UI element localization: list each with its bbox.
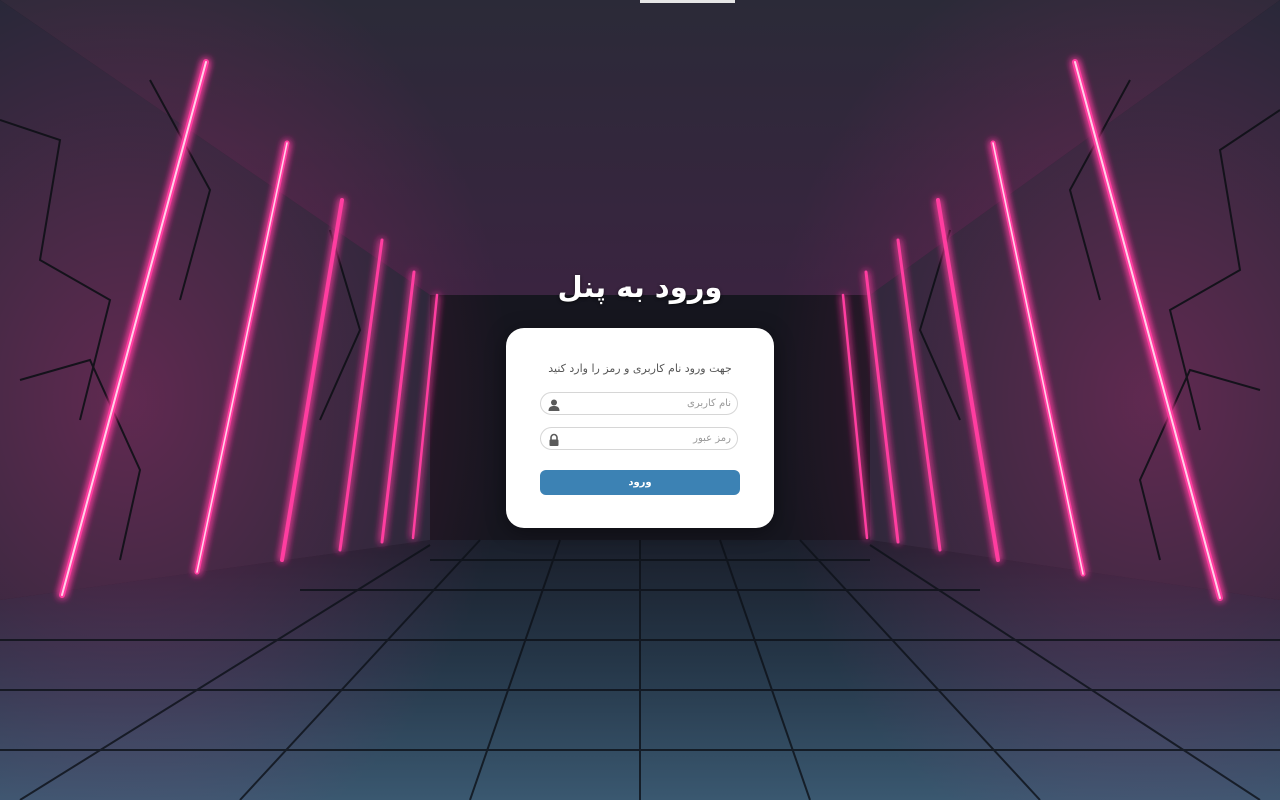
password-field [540, 427, 738, 450]
page-title: ورود به پنل [557, 270, 723, 304]
login-card: جهت ورود نام کاربری و رمز را وارد کنید و… [506, 328, 774, 528]
lock-icon [547, 432, 561, 446]
password-input[interactable] [569, 428, 735, 449]
login-button[interactable]: ورود [540, 470, 740, 495]
username-input[interactable] [569, 393, 735, 414]
login-instructions: جهت ورود نام کاربری و رمز را وارد کنید [548, 362, 732, 375]
top-indicator-bar [640, 0, 735, 3]
username-field [540, 392, 738, 415]
user-icon [547, 397, 561, 411]
